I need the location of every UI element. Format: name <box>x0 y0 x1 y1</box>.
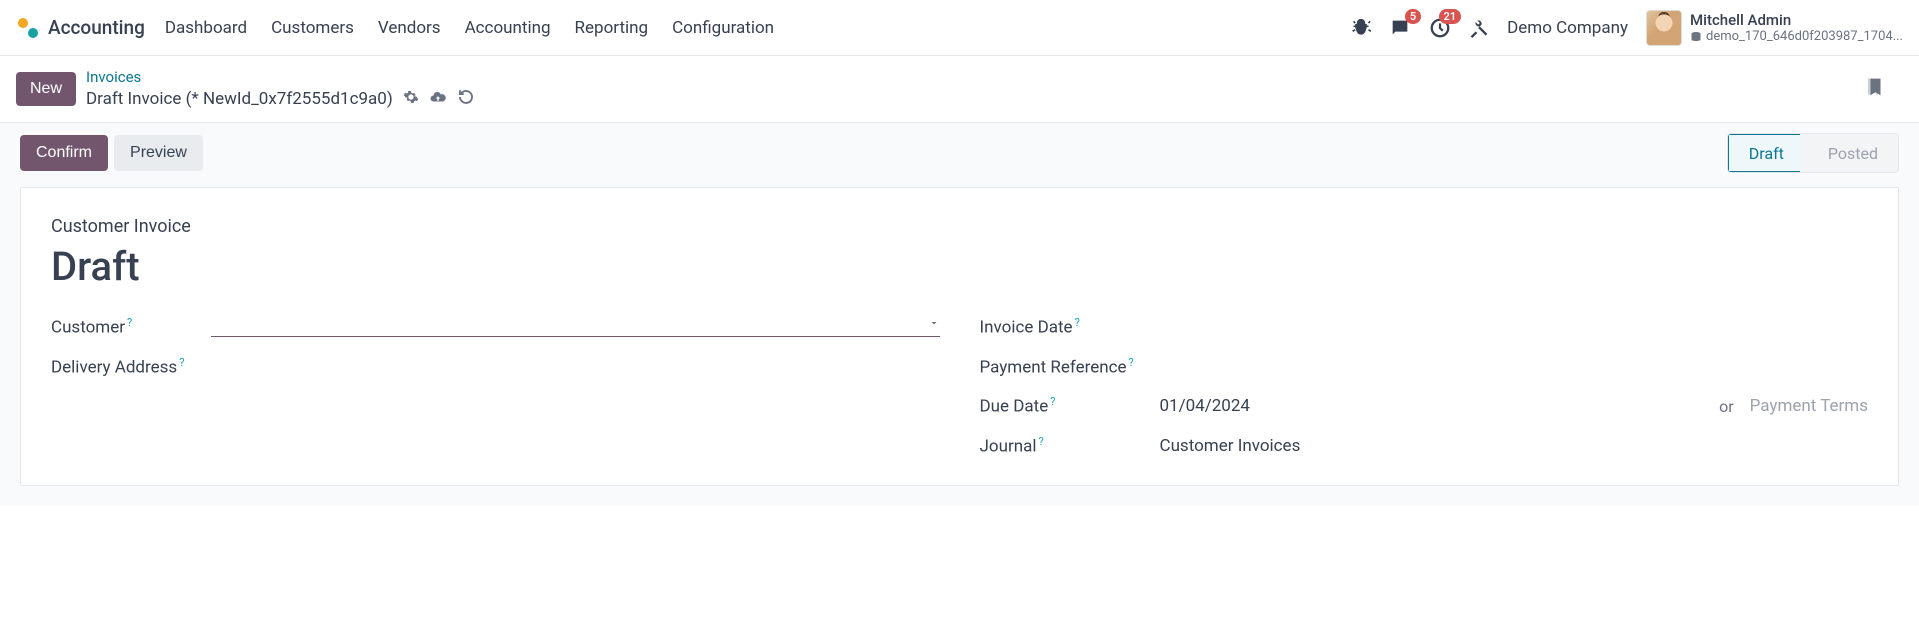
due-date-or: or <box>1719 397 1734 416</box>
label-customer: Customer? <box>51 316 211 338</box>
chevron-down-icon[interactable] <box>928 317 940 333</box>
label-delivery-address: Delivery Address? <box>51 356 211 378</box>
payment-terms-field[interactable]: Payment Terms <box>1750 396 1868 416</box>
row-invoice-date: Invoice Date? <box>980 316 1869 338</box>
messages-badge: 5 <box>1405 9 1421 24</box>
customer-field[interactable] <box>211 316 940 337</box>
new-button[interactable]: New <box>16 72 76 106</box>
form-grid: Customer? Delivery Address? <box>51 316 1868 457</box>
db-line: demo_170_646d0f203987_1704... <box>1690 29 1903 45</box>
row-due-date: Due Date? 01/04/2024 or Payment Terms <box>980 395 1869 417</box>
label-payment-reference: Payment Reference? <box>980 356 1160 378</box>
label-invoice-date: Invoice Date? <box>980 316 1140 338</box>
brand-block[interactable]: Accounting <box>16 16 145 40</box>
nav-configuration[interactable]: Configuration <box>672 18 774 38</box>
company-selector[interactable]: Demo Company <box>1507 18 1628 38</box>
gear-icon[interactable] <box>403 89 419 109</box>
form-right-col: Invoice Date? Payment Reference? Due Dat… <box>980 316 1869 457</box>
activities-icon[interactable]: 21 <box>1429 17 1451 39</box>
row-customer: Customer? <box>51 316 940 338</box>
user-text: Mitchell Admin demo_170_646d0f203987_170… <box>1690 11 1903 45</box>
help-icon[interactable]: ? <box>127 316 132 329</box>
messages-icon[interactable]: 5 <box>1389 17 1411 39</box>
help-icon[interactable]: ? <box>1075 316 1080 329</box>
status-posted[interactable]: Posted <box>1800 134 1898 172</box>
db-name: demo_170_646d0f203987_1704... <box>1706 29 1903 45</box>
nav-vendors[interactable]: Vendors <box>378 18 441 38</box>
breadcrumb-current: Draft Invoice (* NewId_0x7f2555d1c9a0) <box>86 89 393 109</box>
journal-value[interactable]: Customer Invoices <box>1160 436 1301 456</box>
sub-header: New Invoices Draft Invoice (* NewId_0x7f… <box>0 56 1919 122</box>
nav-menu: Dashboard Customers Vendors Accounting R… <box>165 18 774 38</box>
doc-type: Customer Invoice <box>51 216 1868 237</box>
tools-icon[interactable] <box>1469 18 1489 38</box>
customer-input[interactable] <box>211 316 928 334</box>
row-delivery-address: Delivery Address? <box>51 356 940 378</box>
top-navbar: Accounting Dashboard Customers Vendors A… <box>0 0 1919 56</box>
help-icon[interactable]: ? <box>1129 356 1134 369</box>
help-icon[interactable]: ? <box>179 356 184 369</box>
help-icon[interactable]: ? <box>1038 435 1043 448</box>
breadcrumb-parent[interactable]: Invoices <box>86 68 475 86</box>
form-left-col: Customer? Delivery Address? <box>51 316 940 457</box>
content-wrap: Customer Invoice Draft Customer? <box>0 187 1919 506</box>
user-name: Mitchell Admin <box>1690 11 1903 29</box>
nav-accounting[interactable]: Accounting <box>465 18 551 38</box>
nav-dashboard[interactable]: Dashboard <box>165 18 247 38</box>
bookmark-icon[interactable] <box>1863 75 1883 103</box>
brand-name: Accounting <box>48 16 145 39</box>
nav-right: 5 21 Demo Company Mitchell Admin demo_17… <box>1351 10 1903 46</box>
label-journal: Journal? <box>980 435 1160 457</box>
breadcrumb: Invoices Draft Invoice (* NewId_0x7f2555… <box>86 68 475 110</box>
confirm-button[interactable]: Confirm <box>20 135 108 171</box>
app-logo-icon <box>16 16 40 40</box>
debug-icon[interactable] <box>1351 18 1371 38</box>
nav-reporting[interactable]: Reporting <box>575 18 649 38</box>
due-date-value[interactable]: 01/04/2024 <box>1160 396 1250 416</box>
row-payment-reference: Payment Reference? <box>980 356 1869 378</box>
form-sheet: Customer Invoice Draft Customer? <box>20 187 1899 486</box>
nav-customers[interactable]: Customers <box>271 18 354 38</box>
database-icon <box>1690 31 1702 43</box>
label-due-date: Due Date? <box>980 395 1160 417</box>
help-icon[interactable]: ? <box>1050 395 1055 408</box>
discard-icon[interactable] <box>457 88 475 110</box>
action-bar: Confirm Preview Draft Posted <box>0 122 1919 187</box>
row-journal: Journal? Customer Invoices <box>980 435 1869 457</box>
doc-title: Draft <box>51 243 1868 290</box>
cloud-upload-icon[interactable] <box>429 88 447 110</box>
avatar <box>1646 10 1682 46</box>
user-menu[interactable]: Mitchell Admin demo_170_646d0f203987_170… <box>1646 10 1903 46</box>
status-bar: Draft Posted <box>1727 133 1899 173</box>
activities-badge: 21 <box>1439 9 1462 24</box>
preview-button[interactable]: Preview <box>114 135 203 171</box>
